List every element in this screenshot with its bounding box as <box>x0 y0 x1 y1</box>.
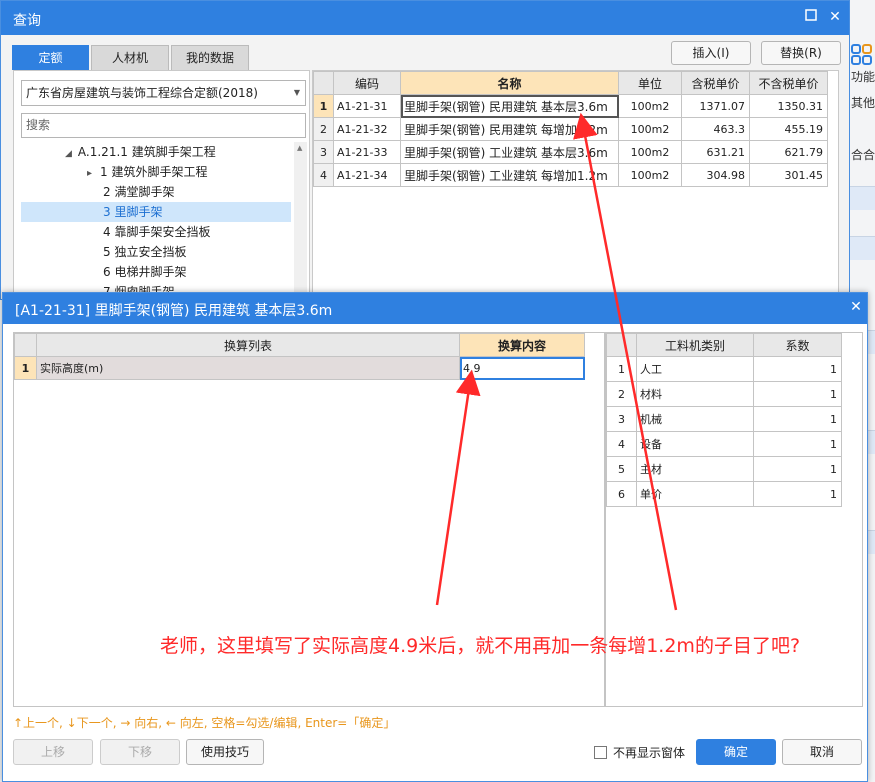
arrow-to-increment-row <box>573 112 678 611</box>
arrow-to-height-input <box>435 369 481 606</box>
annotation-arrows <box>435 112 678 611</box>
annotation-text: 老师，这里填写了实际高度4.9米后，就不用再加一条每增1.2m的子目了吧? <box>160 635 801 657</box>
